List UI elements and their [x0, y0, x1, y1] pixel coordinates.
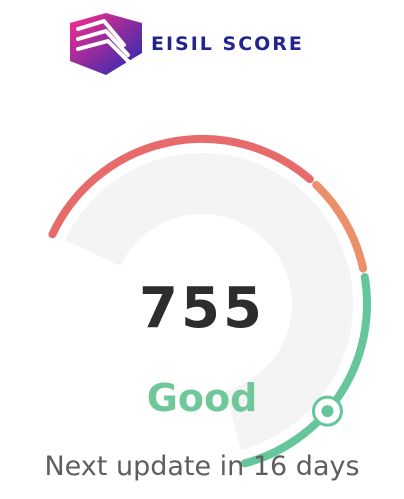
score-gauge — [48, 135, 371, 468]
score-value: 755 — [139, 276, 265, 341]
score-rating: Good — [146, 376, 258, 420]
next-update-text: Next update in 16 days — [44, 451, 360, 482]
